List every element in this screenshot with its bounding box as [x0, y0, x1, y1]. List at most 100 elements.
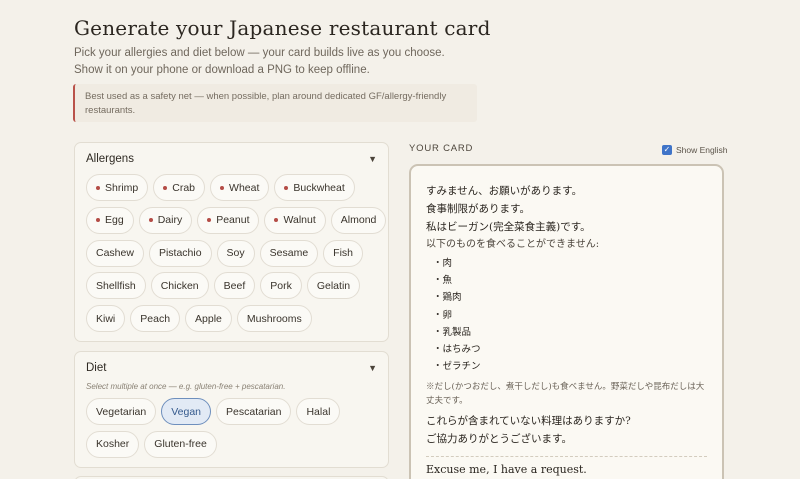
card-jp-question: これらが含まれていない料理はありますか? [426, 415, 631, 428]
allergen-chip-label: Fish [333, 247, 354, 260]
allergen-chip-chicken[interactable]: Chicken [150, 272, 209, 300]
diet-chip-label: Vegetarian [96, 405, 147, 418]
allergen-chip-label: Almond [340, 214, 377, 227]
major-allergen-dot-icon [163, 185, 168, 190]
page-subtitle: Pick your allergies and diet below — you… [74, 47, 445, 76]
show-english-label: Show English [676, 145, 728, 155]
allergen-chip-label: Sesame [269, 247, 309, 260]
safety-notice: Best used as a safety net — when possibl… [73, 84, 477, 122]
card-jp-restriction: 食事制限があります。 [426, 203, 530, 215]
allergen-chip-label: Crab [172, 181, 196, 194]
major-allergen-dot-icon [207, 218, 212, 223]
diet-chip-label: Halal [306, 405, 331, 418]
allergen-chip-row: Shellfish Chicken Beef Pork Gelatin [86, 272, 382, 300]
allergen-chip-shellfish[interactable]: Shellfish [86, 272, 146, 300]
collapse-caret-icon[interactable]: ▼ [368, 363, 377, 373]
allergens-panel: Allergens ▼ Shrimp Crab Wheat Buckwheat Egg D… [74, 142, 389, 342]
allergen-chip-fish[interactable]: Fish [323, 239, 364, 267]
card-jp-item: ・はちみつ [433, 344, 481, 356]
allergen-chip-cashew[interactable]: Cashew [86, 239, 144, 267]
allergens-panel-header[interactable]: Allergens ▼ [86, 151, 377, 167]
allergen-chip-soy[interactable]: Soy [216, 239, 255, 267]
allergen-chip-label: Pork [270, 279, 292, 292]
major-allergen-dot-icon [284, 185, 289, 190]
diet-chip-label: Vegan [171, 405, 202, 418]
allergen-chip-row: Shrimp Crab Wheat Buckwheat [86, 174, 382, 201]
diet-panel-header[interactable]: Diet ▼ [86, 360, 377, 376]
allergen-chip-beef[interactable]: Beef [213, 272, 256, 300]
diet-chip-row: Kosher Gluten-free [86, 430, 382, 458]
diet-chip-kosher[interactable]: Kosher [86, 430, 140, 458]
card-jp-item: ・肉 [433, 258, 453, 269]
allergen-chip-row: Egg Dairy Peanut Walnut Almond [86, 206, 387, 234]
major-allergen-dot-icon [96, 218, 100, 223]
allergen-chip-label: Cashew [96, 247, 134, 260]
diet-chip-halal[interactable]: Halal [296, 398, 341, 425]
restaurant-card: すみません、お願いがあります。 食事制限があります。 私はビーガン(完全菜食主義… [409, 164, 724, 479]
card-en-greeting: Excuse me, I have a request. [426, 463, 587, 477]
allergen-chip-label: Beef [223, 279, 246, 292]
allergen-chip-pork[interactable]: Pork [260, 272, 302, 300]
diet-chip-vegetarian[interactable]: Vegetarian [86, 398, 157, 425]
allergen-chip-walnut[interactable]: Walnut [264, 206, 326, 234]
allergen-chip-almond[interactable]: Almond [330, 206, 387, 234]
allergen-chip-dairy[interactable]: Dairy [138, 206, 193, 234]
allergen-chip-peach[interactable]: Peach [130, 305, 181, 333]
diet-chip-list: Vegetarian Vegan Pescatarian Halal Kosher Glu… [86, 398, 382, 464]
diet-chip-label: Gluten-free [154, 438, 207, 451]
diet-chip-pescatarian[interactable]: Pescatarian [216, 398, 292, 425]
allergen-chip-buckwheat[interactable]: Buckwheat [274, 174, 355, 201]
diet-hint: Select multiple at once — e.g. gluten-fr… [86, 382, 286, 391]
card-jp-cannot-eat: 以下のものを食べることができません: [426, 239, 600, 250]
allergen-chip-label: Dairy [157, 214, 183, 227]
allergen-chip-crab[interactable]: Crab [153, 174, 206, 201]
card-jp-item: ・ゼラチン [433, 361, 481, 373]
diet-chip-row: Vegetarian Vegan Pescatarian Halal [86, 398, 382, 425]
allergen-chip-label: Walnut [283, 214, 316, 227]
allergen-chip-label: Mushrooms [246, 312, 302, 325]
allergen-chip-row: Cashew Pistachio Soy Sesame Fish [86, 239, 382, 267]
checkbox-checked-icon[interactable]: ✓ [662, 145, 672, 155]
diet-panel: Diet ▼ Select multiple at once — e.g. gl… [74, 351, 389, 468]
card-section-label: YOUR CARD [409, 143, 474, 154]
allergen-chip-row: Kiwi Peach Apple Mushrooms [86, 305, 382, 333]
major-allergen-dot-icon [220, 185, 225, 190]
allergen-chip-label: Shellfish [96, 279, 136, 292]
allergen-chip-label: Egg [105, 214, 124, 227]
card-jp-diet: 私はビーガン(完全菜食主義)です。 [426, 221, 591, 233]
allergen-chip-label: Soy [226, 247, 245, 260]
allergen-chip-mushrooms[interactable]: Mushrooms [236, 305, 312, 333]
card-jp-item: ・鶏肉 [433, 292, 462, 304]
allergen-chip-shrimp[interactable]: Shrimp [86, 174, 149, 201]
allergen-chip-gelatin[interactable]: Gelatin [306, 272, 361, 300]
allergen-chip-label: Pistachio [158, 247, 202, 260]
card-divider [426, 456, 707, 458]
card-jp-item: ・卵 [433, 309, 453, 321]
allergen-chip-wheat[interactable]: Wheat [210, 174, 270, 201]
card-jp-greeting: すみません、お願いがあります。 [426, 185, 583, 197]
allergen-chip-label: Shrimp [105, 181, 139, 194]
diet-panel-title: Diet [86, 362, 107, 374]
allergen-chip-label: Chicken [160, 279, 199, 292]
allergen-chip-pistachio[interactable]: Pistachio [148, 239, 212, 267]
collapse-caret-icon[interactable]: ▼ [368, 154, 377, 164]
allergen-chip-sesame[interactable]: Sesame [259, 239, 319, 267]
card-jp-item-list: ・肉 ・魚 ・鶏肉 ・卵 ・乳製品 ・はちみつ ・ゼラチン [426, 255, 707, 375]
allergen-chip-label: Wheat [229, 181, 260, 194]
allergen-chip-label: Kiwi [96, 312, 116, 325]
major-allergen-dot-icon [148, 218, 153, 223]
show-english-toggle[interactable]: ✓ Show English [662, 145, 728, 155]
major-allergen-dot-icon [96, 185, 100, 190]
allergen-chip-peanut[interactable]: Peanut [197, 206, 260, 234]
allergen-chip-label: Peanut [216, 214, 250, 227]
diet-chip-vegan[interactable]: Vegan [161, 398, 212, 425]
card-jp-item: ・魚 [433, 275, 453, 287]
diet-chip-label: Pescatarian [226, 405, 282, 418]
card-jp-note: ※だし(かつおだし、煮干しだし)も食べません。野菜だしや昆布だしは大丈夫です。 [426, 382, 705, 407]
allergen-chip-kiwi[interactable]: Kiwi [86, 305, 126, 333]
allergen-chip-apple[interactable]: Apple [185, 305, 232, 333]
diet-chip-gluten-free[interactable]: Gluten-free [144, 430, 217, 458]
card-jp-item: ・乳製品 [433, 326, 472, 338]
allergen-chip-egg[interactable]: Egg [86, 206, 134, 234]
diet-chip-label: Kosher [96, 438, 130, 451]
